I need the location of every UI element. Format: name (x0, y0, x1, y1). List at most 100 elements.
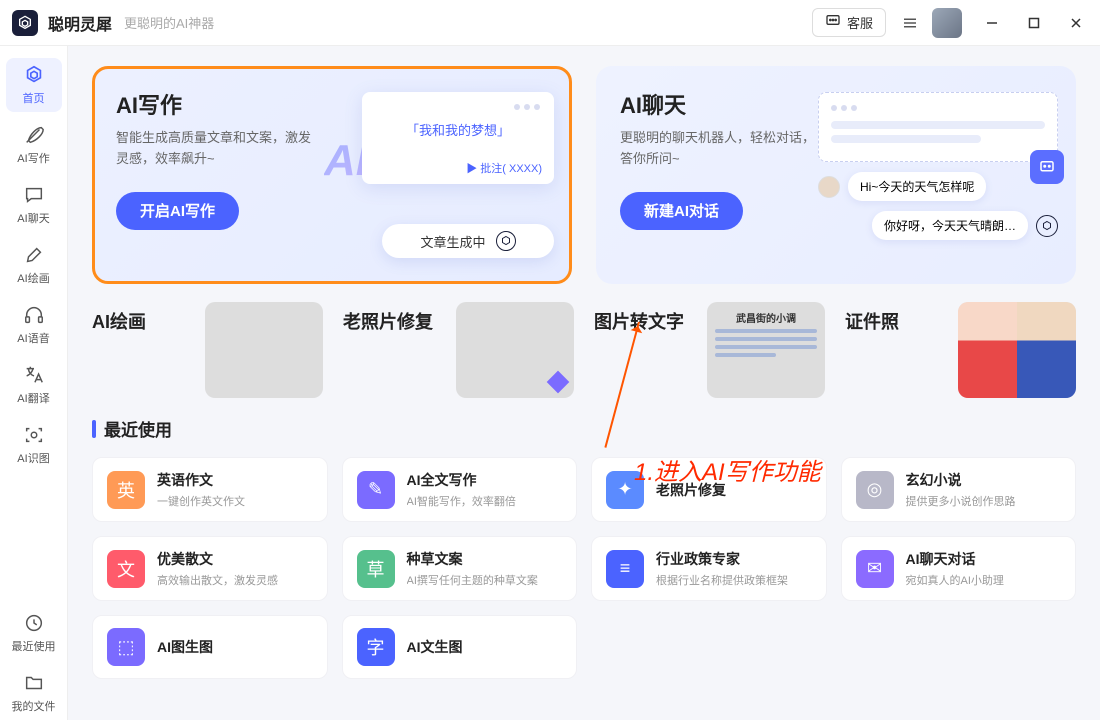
recent-item-icon: 字 (357, 628, 395, 666)
recent-item-desc: 根据行业名称提供政策框架 (656, 572, 788, 588)
recent-item-desc: 提供更多小说创作思路 (906, 493, 1016, 509)
recent-item[interactable]: ≡ 行业政策专家 根据行业名称提供政策框架 (591, 536, 827, 601)
recent-item-icon: 文 (107, 550, 145, 588)
recent-item[interactable]: 英 英语作文 一键创作英文作文 (92, 457, 328, 522)
close-button[interactable] (1064, 11, 1088, 35)
recent-item-desc: 宛如真人的AI小助理 (906, 572, 1004, 588)
recent-item-icon: 草 (357, 550, 395, 588)
user-avatar[interactable] (932, 8, 962, 38)
sidebar-label: AI写作 (17, 150, 49, 166)
user-avatar-icon (818, 176, 840, 198)
app-logo (12, 10, 38, 36)
mock-annotation-label: ▶ 批注( XXXX) (466, 160, 542, 176)
sidebar-item-home[interactable]: 首页 (6, 58, 62, 112)
sidebar-label: AI绘画 (17, 270, 49, 286)
chat-desc: 更聪明的聊天机器人，轻松对话，答你所问~ (620, 128, 820, 170)
feature-title: 证件照 (845, 308, 899, 334)
sidebar-item-writing[interactable]: AI写作 (6, 118, 62, 172)
chat-bubble-user: Hi~今天的天气怎样呢 (848, 172, 986, 201)
app-subtitle: 更聪明的AI神器 (124, 13, 214, 32)
folder-icon (23, 672, 45, 694)
feature-card-photo[interactable]: 老照片修复 (343, 302, 574, 398)
main-content: AI写作 智能生成高质量文章和文案，激发灵感，效率飙升~ 开启AI写作 AI 「… (68, 46, 1100, 720)
sidebar-label: 我的文件 (12, 698, 56, 714)
recent-item-desc: 一键创作英文作文 (157, 493, 245, 509)
recent-item[interactable]: 文 优美散文 高效输出散文，激发灵感 (92, 536, 328, 601)
sidebar-item-recent[interactable]: 最近使用 (6, 606, 62, 660)
sidebar-label: 首页 (23, 90, 45, 106)
mock-status-text: 文章生成中 (420, 232, 485, 251)
sidebar-label: AI翻译 (17, 390, 49, 406)
sidebar-item-draw[interactable]: AI绘画 (6, 238, 62, 292)
feature-title: 图片转文字 (594, 308, 684, 334)
feature-thumb (205, 302, 323, 398)
recent-item[interactable]: ✎ AI全文写作 AI智能写作，效率翻倍 (342, 457, 578, 522)
recent-item-title: AI文生图 (407, 637, 463, 657)
recent-item-icon: ≡ (606, 550, 644, 588)
sidebar-item-voice[interactable]: AI语音 (6, 298, 62, 352)
hexagon-icon (496, 231, 516, 251)
sidebar-item-files[interactable]: 我的文件 (6, 666, 62, 720)
section-header-recent: 最近使用 (92, 416, 1076, 441)
feature-card-idphoto[interactable]: 证件照 (845, 302, 1076, 398)
feature-thumb (456, 302, 574, 398)
ocr-sample-title: 武昌街的小调 (715, 310, 817, 325)
recent-item-desc: AI智能写作，效率翻倍 (407, 493, 516, 509)
start-writing-button[interactable]: 开启AI写作 (116, 192, 239, 230)
section-title: 最近使用 (104, 416, 172, 441)
new-chat-button[interactable]: 新建AI对话 (620, 192, 743, 230)
minimize-button[interactable] (980, 11, 1004, 35)
bot-avatar-icon (1036, 215, 1058, 237)
writing-mockup: AI 「我和我的梦想」 ▶ 批注( XXXX) 文章生成中 (334, 92, 554, 262)
recent-item[interactable]: 字 AI文生图 (342, 615, 578, 679)
recent-item-title: AI聊天对话 (906, 549, 1004, 569)
recent-item-title: 玄幻小说 (906, 470, 1016, 490)
chat-bubble-bot: 你好呀，今天天气晴朗… (872, 211, 1028, 240)
hexagon-icon (23, 64, 45, 86)
recent-item-title: 老照片修复 (656, 480, 726, 500)
hero-card-chat[interactable]: AI聊天 更聪明的聊天机器人，轻松对话，答你所问~ 新建AI对话 Hi~今天的天… (596, 66, 1076, 284)
recent-item-desc: 高效输出散文，激发灵感 (157, 572, 278, 588)
recent-item-title: AI全文写作 (407, 470, 516, 490)
recent-item-title: 优美散文 (157, 549, 278, 569)
recent-item-icon: ⬚ (107, 628, 145, 666)
feather-icon (23, 124, 45, 146)
headphone-icon (23, 304, 45, 326)
recent-item[interactable]: ✦ 老照片修复 (591, 457, 827, 522)
feature-thumb (958, 302, 1076, 398)
chat-icon (23, 184, 45, 206)
feature-card-ocr[interactable]: 图片转文字 武昌街的小调 (594, 302, 825, 398)
recent-item-icon: ✉ (856, 550, 894, 588)
feature-title: 老照片修复 (343, 308, 433, 334)
sidebar-item-vision[interactable]: AI识图 (6, 418, 62, 472)
maximize-button[interactable] (1022, 11, 1046, 35)
recent-item-icon: ◎ (856, 471, 894, 509)
recent-item[interactable]: ✉ AI聊天对话 宛如真人的AI小助理 (841, 536, 1077, 601)
sidebar: 首页 AI写作 AI聊天 AI绘画 AI语音 AI翻译 AI识图 最近使用 我的… (0, 46, 68, 720)
sidebar-item-chat[interactable]: AI聊天 (6, 178, 62, 232)
sidebar-label: AI识图 (17, 450, 49, 466)
recent-item-title: 种草文案 (407, 549, 538, 569)
app-name: 聪明灵犀 (48, 11, 112, 35)
translate-icon (23, 364, 45, 386)
feature-thumb: 武昌街的小调 (707, 302, 825, 398)
hamburger-menu-button[interactable] (896, 9, 924, 37)
clock-icon (23, 612, 45, 634)
sidebar-label: AI聊天 (17, 210, 49, 226)
sidebar-label: AI语音 (17, 330, 49, 346)
recent-item[interactable]: 草 种草文案 AI撰写任何主题的种草文案 (342, 536, 578, 601)
recent-grid: 英 英语作文 一键创作英文作文 ✎ AI全文写作 AI智能写作，效率翻倍 ✦ 老… (92, 457, 1076, 679)
recent-item-desc: AI撰写任何主题的种草文案 (407, 572, 538, 588)
recent-item[interactable]: ⬚ AI图生图 (92, 615, 328, 679)
writing-desc: 智能生成高质量文章和文案，激发灵感，效率飙升~ (116, 128, 316, 170)
feature-card-draw[interactable]: AI绘画 (92, 302, 323, 398)
sidebar-label: 最近使用 (12, 638, 56, 654)
sidebar-item-translate[interactable]: AI翻译 (6, 358, 62, 412)
scan-icon (23, 424, 45, 446)
recent-item[interactable]: ◎ 玄幻小说 提供更多小说创作思路 (841, 457, 1077, 522)
hero-card-writing[interactable]: AI写作 智能生成高质量文章和文案，激发灵感，效率飙升~ 开启AI写作 AI 「… (92, 66, 572, 284)
customer-service-button[interactable]: 客服 (812, 8, 886, 37)
customer-service-label: 客服 (847, 13, 873, 32)
recent-item-icon: ✎ (357, 471, 395, 509)
titlebar: 聪明灵犀 更聪明的AI神器 客服 (0, 0, 1100, 46)
